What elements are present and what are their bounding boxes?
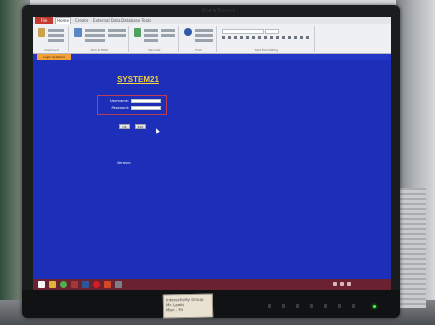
- format-buttons[interactable]: [222, 36, 310, 39]
- ribbon-group-records: Records: [131, 26, 179, 52]
- login-panel: Username: Password:: [97, 95, 167, 115]
- ribbon-group-text-formatting: Text Formatting: [219, 26, 315, 52]
- remove-sort-button[interactable]: [85, 39, 105, 42]
- monitor-brand-logo: ViewSonic: [201, 8, 237, 14]
- ok-button[interactable]: OK: [119, 124, 130, 129]
- sticker-line: Mon - Fri: [166, 307, 184, 313]
- paste-icon[interactable]: [38, 28, 45, 37]
- ribbon-group-title: Records: [148, 48, 161, 52]
- filter-icon[interactable]: [74, 28, 82, 37]
- start-button-icon[interactable]: [38, 281, 45, 288]
- save-record-button[interactable]: [144, 34, 158, 37]
- exit-button[interactable]: Exit: [135, 124, 146, 129]
- document-tab-login[interactable]: Login Systems: [37, 54, 71, 60]
- computer-tower: [396, 188, 426, 308]
- refresh-all-icon[interactable]: [134, 28, 141, 37]
- ribbon-group-title: Clipboard: [44, 48, 59, 52]
- ribbon-group-find: Find: [181, 26, 217, 52]
- tab-database-tools[interactable]: Database Tools: [121, 17, 151, 24]
- opera-icon[interactable]: [93, 281, 100, 288]
- word-icon[interactable]: [82, 281, 89, 288]
- document-tab-strip: [33, 54, 391, 60]
- tab-file[interactable]: File: [35, 17, 53, 24]
- monitor-sticker: Interactivity Group Mr. Lewis Mon - Fri: [162, 293, 214, 319]
- select-button[interactable]: [195, 39, 213, 42]
- screen: File Home Create External Data Database …: [33, 17, 391, 290]
- password-label: Password:: [111, 106, 129, 110]
- ribbon-group-title: Find: [195, 48, 202, 52]
- spelling-button[interactable]: [161, 34, 175, 37]
- network-icon[interactable]: [333, 282, 337, 286]
- totals-button[interactable]: [161, 29, 175, 32]
- ribbon: File Home Create External Data Database …: [33, 17, 391, 54]
- app-title: SYSTEM21: [117, 75, 159, 84]
- battery-icon[interactable]: [347, 282, 351, 286]
- power-led-icon: [373, 305, 376, 308]
- ascending-button[interactable]: [85, 29, 105, 32]
- ribbon-group-title: Text Formatting: [254, 48, 279, 52]
- replace-button[interactable]: [195, 29, 213, 32]
- find-icon[interactable]: [184, 28, 192, 36]
- copy-button[interactable]: [48, 34, 64, 37]
- font-size-select[interactable]: [265, 29, 279, 34]
- new-record-button[interactable]: [144, 29, 158, 32]
- settings-icon[interactable]: [115, 281, 122, 288]
- cut-button[interactable]: [48, 29, 64, 32]
- tab-create[interactable]: Create: [75, 17, 88, 24]
- volume-icon[interactable]: [340, 282, 344, 286]
- username-label: Username:: [109, 99, 129, 103]
- font-name-select[interactable]: [222, 29, 264, 34]
- taskbar-clock[interactable]: [373, 280, 387, 289]
- taskbar: [33, 279, 391, 290]
- selection-button[interactable]: [108, 29, 126, 32]
- username-input[interactable]: [131, 99, 161, 103]
- monitor-buttons[interactable]: [268, 304, 363, 308]
- go-to-button[interactable]: [195, 34, 213, 37]
- mouse-cursor-icon: [154, 127, 160, 134]
- powerpoint-icon[interactable]: [104, 281, 111, 288]
- tab-home[interactable]: Home: [55, 17, 71, 24]
- file-explorer-icon[interactable]: [49, 281, 56, 288]
- format-painter-button[interactable]: [48, 39, 64, 42]
- chrome-icon[interactable]: [60, 281, 67, 288]
- delete-record-button[interactable]: [144, 39, 158, 42]
- ribbon-group-title: Sort & Filter: [90, 48, 109, 52]
- access-icon[interactable]: [71, 281, 78, 288]
- version-label: Version:: [117, 161, 132, 165]
- ribbon-group-clipboard: Clipboard: [35, 26, 69, 52]
- descending-button[interactable]: [85, 34, 105, 37]
- ribbon-group-sort-filter: Sort & Filter: [71, 26, 129, 52]
- advanced-button[interactable]: [108, 34, 126, 37]
- tab-external-data[interactable]: External Data: [93, 17, 120, 24]
- password-input[interactable]: [131, 106, 161, 110]
